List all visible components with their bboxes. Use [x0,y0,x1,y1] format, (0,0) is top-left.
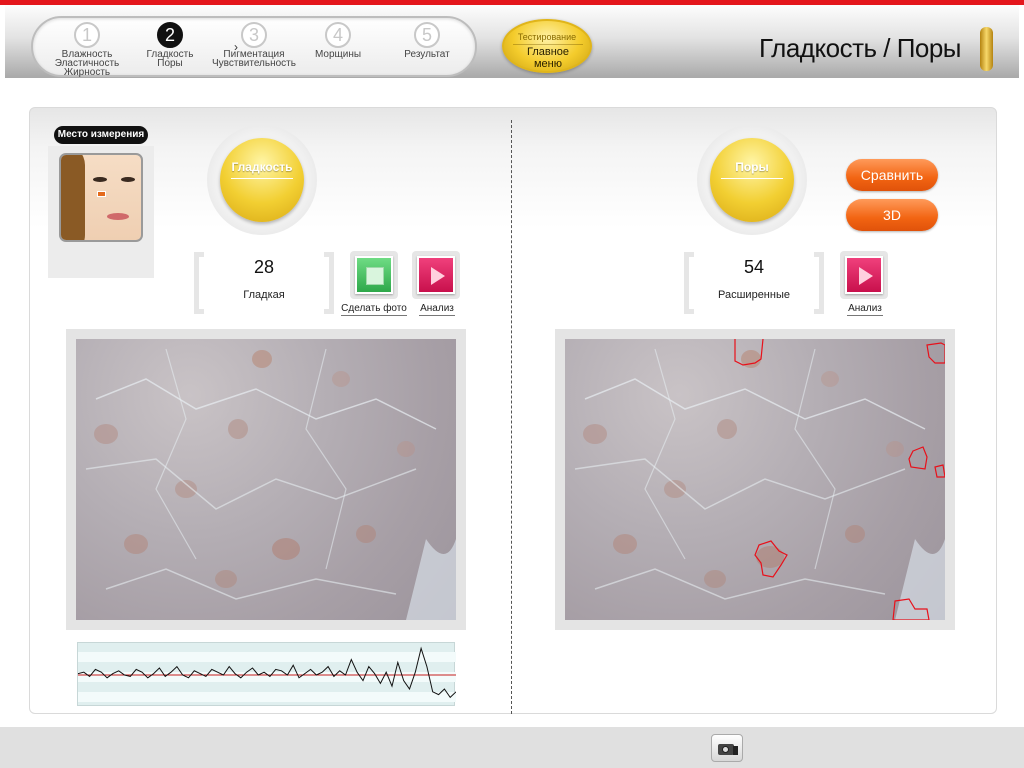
measurement-spot-icon [97,191,106,197]
smoothness-skin-image [76,339,456,620]
title-pill-icon [980,27,993,71]
smoothness-button-underline [231,178,293,179]
step-1-number: 1 [74,22,100,48]
page-title: Гладкость / Поры [759,33,961,63]
play-icon [845,256,883,294]
graph-band-2 [78,672,456,682]
graph-band-1 [78,652,456,662]
panel-divider [511,120,512,714]
smoothness-profile-graph [77,642,456,706]
analyze-caption-left[interactable]: Анализ [419,303,455,316]
compare-button[interactable]: Сравнить [846,159,938,191]
pore-outline-4 [934,464,945,478]
location-badge: Место измерения [54,126,148,144]
smoothness-button-label: Гладкость [231,160,293,174]
view-3d-button[interactable]: 3D [846,199,938,231]
pores-score-value: 54 [743,257,765,277]
pore-outline-2 [926,342,945,364]
face-eye-right [121,177,135,182]
play-icon [417,256,455,294]
smoothness-button[interactable]: Гладкость [207,125,317,235]
header-bar: 1 Влажность Эластичность Жирность 2 Глад… [5,5,1019,78]
footer-bar [0,727,1024,768]
step-3-number: 3 [241,22,267,48]
camera-button[interactable] [711,734,743,762]
main-menu-button[interactable]: Тестирование Главное меню [502,19,592,73]
pores-image-frame [555,329,955,630]
skin-texture-pores [574,339,945,620]
pores-button[interactable]: Поры [697,125,807,235]
step-5-label: Результат [404,49,450,60]
camera-lens [722,746,729,753]
pores-button-label: Поры [735,160,769,174]
smoothness-button-face: Гладкость [220,138,304,222]
graph-band-3 [78,692,456,702]
measurement-location-face[interactable] [59,153,143,242]
menu-button-subtitle: Тестирование [517,32,577,42]
profile-graph-svg [78,646,456,702]
pores-score-label: Расширенные [718,289,790,301]
step-5[interactable]: 5 Результат [367,22,487,60]
pores-button-face: Поры [710,138,794,222]
face-hair [61,155,85,240]
face-eye-left [93,177,107,182]
face-lips [107,213,129,220]
smoothness-score-value: 28 [253,257,275,277]
smoothness-image-frame [66,329,466,630]
take-photo-caption[interactable]: Сделать фото [341,303,407,316]
menu-button-label: Главное меню [513,44,583,70]
skin-texture [85,348,456,620]
take-photo-button[interactable] [350,251,398,299]
smoothness-score-label: Гладкая [243,289,285,301]
analyze-caption-right[interactable]: Анализ [847,303,883,316]
stop-square-icon [355,256,393,294]
pores-button-underline [721,178,783,179]
pore-outline-3 [908,446,928,470]
analyze-button-right[interactable] [840,251,888,299]
memory-card-icon [733,746,738,755]
step-5-number: 5 [414,22,440,48]
step-progress: 1 Влажность Эластичность Жирность 2 Глад… [31,16,477,78]
step-4-number: 4 [325,22,351,48]
pores-skin-image [565,339,945,620]
step-2-number: 2 [157,22,183,48]
analyze-button-left[interactable] [412,251,460,299]
